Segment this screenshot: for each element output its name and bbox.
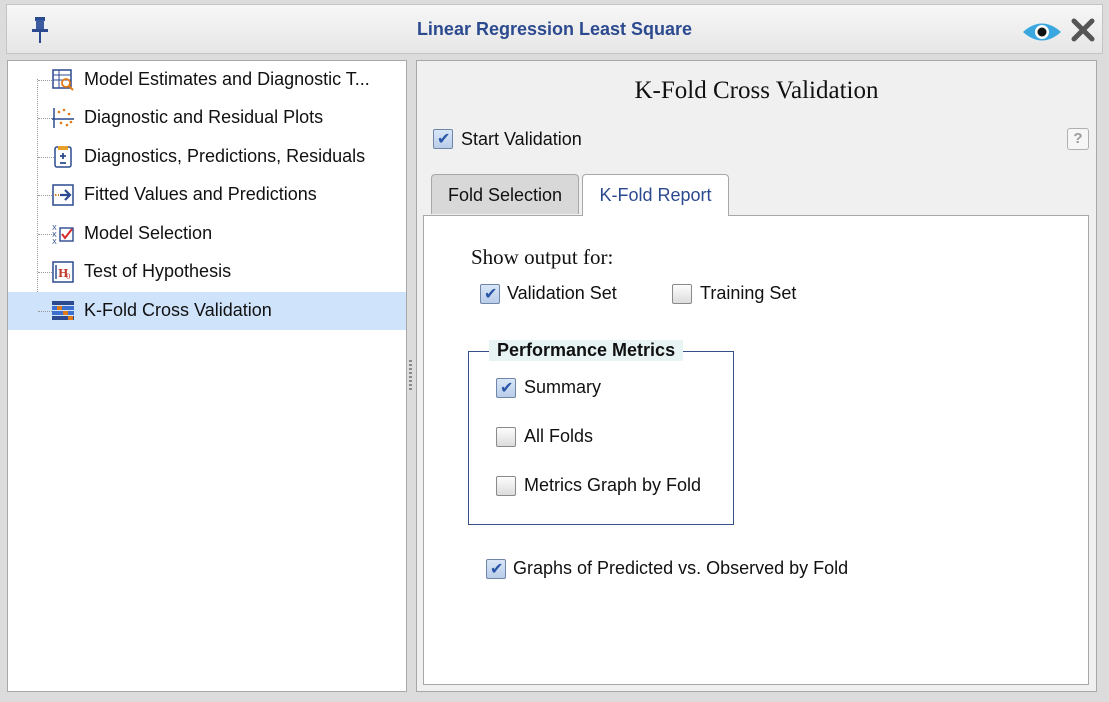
validation-set-checkbox[interactable] bbox=[480, 284, 500, 304]
tree-item-model-estimates[interactable]: Model Estimates and Diagnostic T... bbox=[8, 61, 406, 99]
metrics-graph-checkbox[interactable] bbox=[496, 476, 516, 496]
tree-item-label: Test of Hypothesis bbox=[84, 261, 232, 281]
kfold-icon bbox=[52, 301, 74, 320]
validation-set-label: Validation Set bbox=[507, 283, 617, 303]
window-title: Linear Regression Least Square bbox=[416, 19, 693, 39]
tree-item-kfold-cross-validation[interactable]: K-Fold Cross Validation bbox=[8, 292, 406, 330]
page-title: K-Fold Cross Validation bbox=[634, 77, 879, 104]
model-estimates-icon bbox=[52, 69, 74, 91]
metrics-graph-label: Metrics Graph by Fold bbox=[524, 475, 702, 495]
show-output-label: Show output for: bbox=[471, 245, 614, 269]
summary-checkbox[interactable] bbox=[496, 378, 516, 398]
navigation-tree: Model Estimates and Diagnostic T... Diag… bbox=[7, 60, 407, 692]
tree-item-test-of-hypothesis[interactable]: H 0 Test of Hypothesis bbox=[8, 253, 406, 291]
training-set-label: Training Set bbox=[700, 283, 797, 303]
svg-text:X: X bbox=[52, 238, 57, 246]
scatter-plot-icon bbox=[52, 108, 74, 128]
app-window: Linear Regression Least Square Model Est… bbox=[0, 0, 1109, 702]
graphs-predicted-checkbox[interactable] bbox=[486, 559, 506, 579]
hypothesis-icon: H 0 bbox=[52, 261, 74, 283]
kfold-report-panel: Show output for: Validation Set Training… bbox=[423, 215, 1089, 685]
title-bar: Linear Regression Least Square bbox=[6, 4, 1103, 54]
performance-metrics-title: Performance Metrics bbox=[489, 340, 684, 361]
model-selection-icon: X X X bbox=[52, 224, 74, 246]
eye-icon[interactable] bbox=[1021, 19, 1063, 45]
graphs-predicted-label: Graphs of Predicted vs. Observed by Fold bbox=[513, 558, 849, 578]
tree-item-label: Diagnostics, Predictions, Residuals bbox=[84, 146, 366, 166]
svg-text:0: 0 bbox=[66, 273, 70, 281]
close-icon[interactable] bbox=[1070, 17, 1096, 43]
main-panel: K-Fold Cross Validation Start Validation… bbox=[416, 60, 1097, 692]
all-folds-label: All Folds bbox=[524, 426, 594, 446]
panel-splitter-handle[interactable] bbox=[409, 360, 413, 394]
arrow-right-icon bbox=[52, 184, 74, 206]
performance-metrics-group: Performance Metrics Summary All Folds Me… bbox=[468, 340, 734, 525]
start-validation-label: Start Validation bbox=[461, 129, 582, 149]
tree-item-label: Model Selection bbox=[84, 223, 213, 243]
calculator-icon bbox=[54, 146, 72, 168]
start-validation-checkbox[interactable] bbox=[433, 129, 453, 149]
help-button[interactable]: ? bbox=[1067, 128, 1089, 150]
tree-item-diagnostics-predictions[interactable]: Diagnostics, Predictions, Residuals bbox=[8, 138, 406, 176]
tree-item-label: Fitted Values and Predictions bbox=[84, 184, 317, 204]
tree-item-label: Model Estimates and Diagnostic T... bbox=[84, 69, 370, 89]
tab-fold-selection[interactable]: Fold Selection bbox=[431, 174, 579, 214]
tab-kfold-report[interactable]: K-Fold Report bbox=[582, 174, 729, 216]
tree-item-diagnostic-plots[interactable]: Diagnostic and Residual Plots bbox=[8, 99, 406, 137]
all-folds-checkbox[interactable] bbox=[496, 427, 516, 447]
tree-item-model-selection[interactable]: X X X Model Selection bbox=[8, 215, 406, 253]
summary-label: Summary bbox=[524, 377, 602, 397]
tree-item-fitted-values[interactable]: Fitted Values and Predictions bbox=[8, 176, 406, 214]
tree-item-label: Diagnostic and Residual Plots bbox=[84, 107, 324, 127]
tree-item-label: K-Fold Cross Validation bbox=[84, 300, 272, 320]
training-set-checkbox[interactable] bbox=[672, 284, 692, 304]
